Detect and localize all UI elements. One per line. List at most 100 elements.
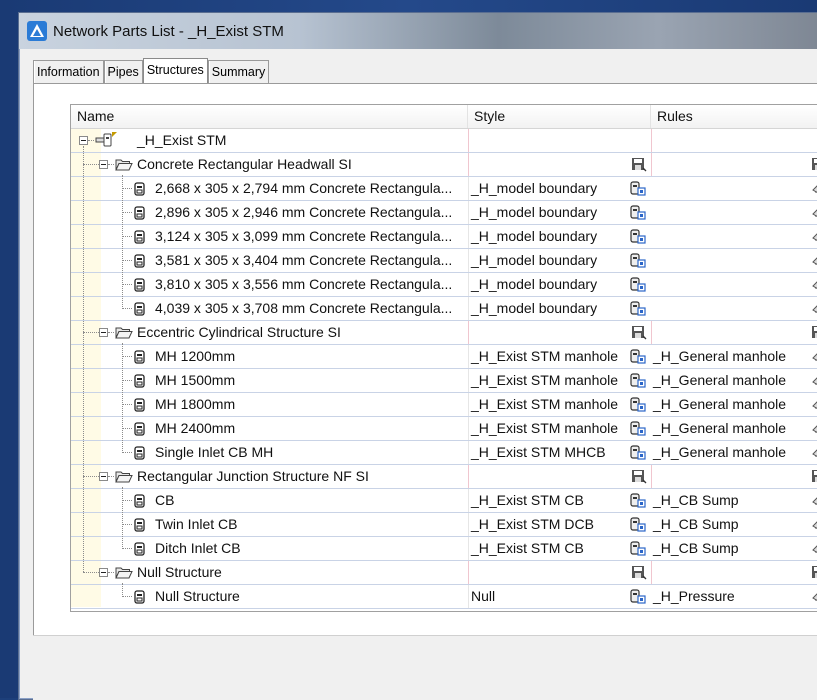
rules-icon[interactable] [811, 516, 817, 537]
structure-part-row[interactable]: Single Inlet CB MH _H_Exist STM MHCB _H_Ge… [71, 441, 817, 465]
rules-dropdown[interactable] [651, 273, 807, 296]
rules-icon[interactable] [811, 228, 817, 249]
rules-dropdown[interactable]: _H_General manhole [651, 417, 807, 440]
style-dropdown[interactable]: _H_model boundary [468, 201, 624, 224]
structure-part-row[interactable]: 3,581 x 305 x 3,404 mm Concrete Rectangu… [71, 249, 817, 273]
column-header-rules[interactable]: Rules [651, 105, 817, 128]
structure-part-name: Null Structure [155, 588, 240, 604]
column-header-style[interactable]: Style [468, 105, 651, 128]
style-picker-icon[interactable] [629, 588, 647, 610]
style-picker-icon[interactable] [629, 516, 647, 538]
style-dropdown[interactable]: _H_model boundary [468, 249, 624, 272]
rules-dropdown[interactable] [651, 249, 807, 272]
style-dropdown[interactable]: _H_Exist STM manhole [468, 417, 624, 440]
rules-dropdown[interactable] [651, 201, 807, 224]
rules-icon[interactable] [811, 372, 817, 393]
rules-dropdown[interactable]: _H_CB Sump [651, 513, 807, 536]
structure-group-row[interactable]: Concrete Rectangular Headwall SI [71, 153, 817, 177]
rules-icon[interactable] [811, 420, 817, 441]
rules-dropdown[interactable] [651, 177, 807, 200]
tree-root-row[interactable]: _H_Exist STM [71, 129, 817, 153]
collapse-toggle-icon[interactable] [99, 160, 108, 169]
collapse-toggle-icon[interactable] [99, 472, 108, 481]
structure-part-row[interactable]: Null Structure Null _H_Pressure [71, 585, 817, 609]
title-bar[interactable]: Network Parts List - _H_Exist STM [19, 13, 817, 49]
tab-summary[interactable]: Summary [207, 60, 270, 83]
style-dropdown[interactable]: _H_model boundary [468, 177, 624, 200]
rules-dropdown[interactable] [651, 225, 807, 248]
structure-part-row[interactable]: MH 2400mm _H_Exist STM manhole _H_General … [71, 417, 817, 441]
collapse-toggle-icon[interactable] [99, 568, 108, 577]
style-dropdown[interactable]: _H_Exist STM manhole [468, 369, 624, 392]
column-separator [468, 561, 469, 584]
rules-dropdown[interactable] [651, 297, 807, 320]
structure-group-row[interactable]: Eccentric Cylindrical Structure SI [71, 321, 817, 345]
structure-part-row[interactable]: 3,810 x 305 x 3,556 mm Concrete Rectangu… [71, 273, 817, 297]
rules-dropdown[interactable]: _H_General manhole [651, 393, 807, 416]
rules-icon[interactable] [811, 444, 817, 465]
rules-dropdown[interactable]: _H_Pressure [651, 585, 807, 608]
style-dropdown[interactable]: _H_Exist STM DCB [468, 513, 624, 536]
rules-dropdown[interactable]: _H_General manhole [651, 441, 807, 464]
style-dropdown[interactable]: _H_Exist STM CB [468, 489, 624, 512]
style-dropdown[interactable]: _H_model boundary [468, 297, 624, 320]
collapse-toggle-icon[interactable] [79, 136, 88, 145]
rules-icon[interactable] [811, 348, 817, 369]
rules-dropdown[interactable]: _H_CB Sump [651, 489, 807, 512]
rules-dropdown[interactable]: _H_CB Sump [651, 537, 807, 560]
column-header-name[interactable]: Name [71, 105, 468, 128]
style-dropdown[interactable]: _H_Exist STM MHCB [468, 441, 624, 464]
tab-pipes[interactable]: Pipes [103, 60, 143, 83]
collapse-toggle-icon[interactable] [99, 328, 108, 337]
tab-information[interactable]: Information [33, 60, 104, 83]
style-picker-icon[interactable] [629, 492, 647, 514]
style-dropdown[interactable]: _H_Exist STM CB [468, 537, 624, 560]
dialog-footer [33, 635, 817, 700]
structure-part-row[interactable]: Twin Inlet CB _H_Exist STM DCB _H_CB Sump [71, 513, 817, 537]
structure-part-icon [133, 301, 146, 322]
structure-group-row[interactable]: Rectangular Junction Structure NF SI [71, 465, 817, 489]
rules-icon[interactable] [811, 540, 817, 561]
tree-connector [122, 260, 132, 261]
style-picker-icon[interactable] [629, 372, 647, 394]
style-picker-icon[interactable] [629, 348, 647, 370]
style-dropdown[interactable]: _H_model boundary [468, 225, 624, 248]
rules-dropdown[interactable]: _H_General manhole [651, 345, 807, 368]
rules-icon[interactable] [811, 492, 817, 513]
rules-icon[interactable] [811, 204, 817, 225]
style-dropdown[interactable]: _H_Exist STM manhole [468, 393, 624, 416]
style-picker-icon[interactable] [629, 276, 647, 298]
structure-group-label: Rectangular Junction Structure NF SI [137, 468, 369, 484]
style-picker-icon[interactable] [629, 396, 647, 418]
style-dropdown[interactable]: Null [468, 585, 624, 608]
rules-icon[interactable] [811, 180, 817, 201]
rules-icon[interactable] [811, 276, 817, 297]
style-picker-icon[interactable] [629, 420, 647, 442]
style-picker-icon[interactable] [629, 444, 647, 466]
structure-part-row[interactable]: MH 1200mm _H_Exist STM manhole _H_General … [71, 345, 817, 369]
rules-icon[interactable] [811, 252, 817, 273]
structure-part-row[interactable]: Ditch Inlet CB _H_Exist STM CB _H_CB Sump [71, 537, 817, 561]
structure-part-row[interactable]: 2,668 x 305 x 2,794 mm Concrete Rectangu… [71, 177, 817, 201]
tab-structures[interactable]: Structures [142, 58, 208, 84]
style-picker-icon[interactable] [629, 300, 647, 322]
style-picker-icon[interactable] [629, 204, 647, 226]
style-picker-icon[interactable] [629, 228, 647, 250]
structure-part-icon [133, 541, 146, 562]
structure-part-row[interactable]: MH 1800mm _H_Exist STM manhole _H_General … [71, 393, 817, 417]
style-dropdown[interactable]: _H_model boundary [468, 273, 624, 296]
style-picker-icon[interactable] [629, 180, 647, 202]
structure-part-row[interactable]: 2,896 x 305 x 2,946 mm Concrete Rectangu… [71, 201, 817, 225]
structure-part-row[interactable]: MH 1500mm _H_Exist STM manhole _H_General … [71, 369, 817, 393]
rules-icon[interactable] [811, 588, 817, 609]
style-dropdown[interactable]: _H_Exist STM manhole [468, 345, 624, 368]
rules-dropdown[interactable]: _H_General manhole [651, 369, 807, 392]
style-picker-icon[interactable] [629, 252, 647, 274]
structure-group-row[interactable]: Null Structure [71, 561, 817, 585]
style-picker-icon[interactable] [629, 540, 647, 562]
rules-icon[interactable] [811, 300, 817, 321]
structure-part-row[interactable]: CB _H_Exist STM CB _H_CB Sump [71, 489, 817, 513]
structure-part-row[interactable]: 4,039 x 305 x 3,708 mm Concrete Rectangu… [71, 297, 817, 321]
rules-icon[interactable] [811, 396, 817, 417]
structure-part-row[interactable]: 3,124 x 305 x 3,099 mm Concrete Rectangu… [71, 225, 817, 249]
